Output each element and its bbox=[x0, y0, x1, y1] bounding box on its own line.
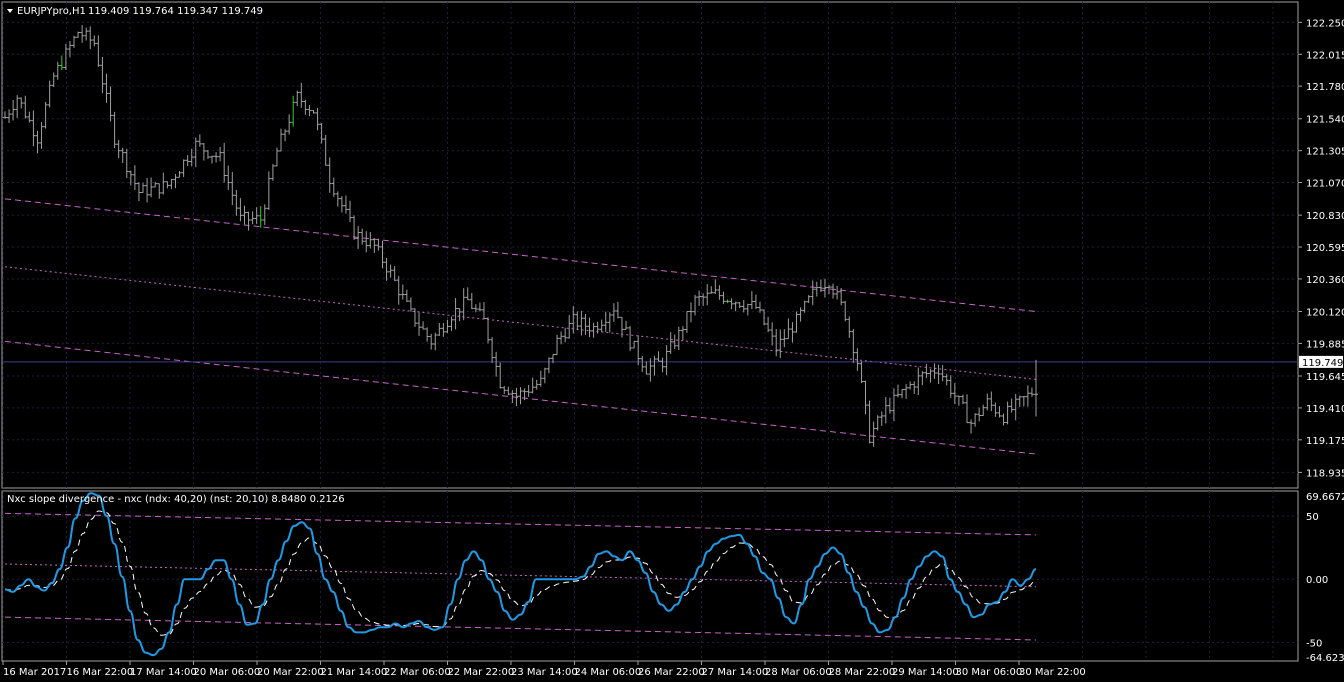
time-tick-label: 16 Mar 22:00 bbox=[67, 667, 134, 678]
time-tick-label: 16 Mar 2017 bbox=[3, 667, 66, 678]
price-tick-label: 120.595 bbox=[1306, 243, 1344, 254]
time-tick-label: 23 Mar 14:00 bbox=[511, 667, 578, 678]
price-tick-label: 119.885 bbox=[1306, 339, 1344, 350]
time-tick-label: 22 Mar 22:00 bbox=[448, 667, 515, 678]
price-tick-label: 121.070 bbox=[1306, 179, 1344, 190]
indicator-title: Nxc slope divergence - nxc (ndx: 40,20) … bbox=[7, 494, 345, 505]
price-tick-label: 119.645 bbox=[1306, 372, 1344, 383]
price-tick-label: 120.120 bbox=[1306, 308, 1344, 319]
time-tick-label: 27 Mar 14:00 bbox=[702, 667, 769, 678]
time-tick-label: 26 Mar 22:00 bbox=[638, 667, 705, 678]
symbol-title: EURJPYpro,H1 bbox=[17, 6, 86, 17]
time-tick-label: 17 Mar 14:00 bbox=[130, 667, 197, 678]
time-tick-label: 21 Mar 14:00 bbox=[321, 667, 388, 678]
time-tick-label: 30 Mar 06:00 bbox=[956, 667, 1023, 678]
time-tick-label: 28 Mar 22:00 bbox=[829, 667, 896, 678]
indicator-tick-label: 0.00 bbox=[1306, 575, 1328, 586]
chart-title: EURJPYpro,H1 119.409 119.764 119.347 119… bbox=[7, 6, 263, 17]
time-tick-label: 30 Mar 22:00 bbox=[1019, 667, 1086, 678]
time-tick-label: 22 Mar 06:00 bbox=[384, 667, 451, 678]
price-tick-label: 120.360 bbox=[1306, 275, 1344, 286]
indicator-tick-label: -64.6236 bbox=[1306, 653, 1344, 664]
price-tick-label: 121.780 bbox=[1306, 82, 1344, 93]
time-tick-label: 28 Mar 06:00 bbox=[765, 667, 832, 678]
current-price-label: 119.749 bbox=[1302, 358, 1343, 369]
price-tick-label: 121.305 bbox=[1306, 147, 1344, 158]
indicator-tick-label: 50 bbox=[1306, 512, 1319, 523]
chart-window[interactable]: EURJPYpro,H1 119.409 119.764 119.347 119… bbox=[0, 0, 1344, 682]
price-tick-label: 120.830 bbox=[1306, 211, 1344, 222]
time-tick-label: 24 Mar 06:00 bbox=[575, 667, 642, 678]
price-tick-label: 121.540 bbox=[1306, 115, 1344, 126]
price-tick-label: 118.935 bbox=[1306, 468, 1344, 479]
time-tick-label: 29 Mar 14:00 bbox=[892, 667, 959, 678]
price-tick-label: 122.250 bbox=[1306, 18, 1344, 29]
time-tick-label: 20 Mar 22:00 bbox=[257, 667, 324, 678]
ohlc-values: 119.409 119.764 119.347 119.749 bbox=[88, 6, 263, 17]
price-tick-label: 119.175 bbox=[1306, 436, 1344, 447]
indicator-tick-label: -50 bbox=[1306, 638, 1322, 649]
time-tick-label: 20 Mar 06:00 bbox=[194, 667, 261, 678]
indicator-tick-label: 69.6672 bbox=[1306, 492, 1344, 503]
price-tick-label: 119.410 bbox=[1306, 404, 1344, 415]
price-tick-label: 122.015 bbox=[1306, 50, 1344, 61]
